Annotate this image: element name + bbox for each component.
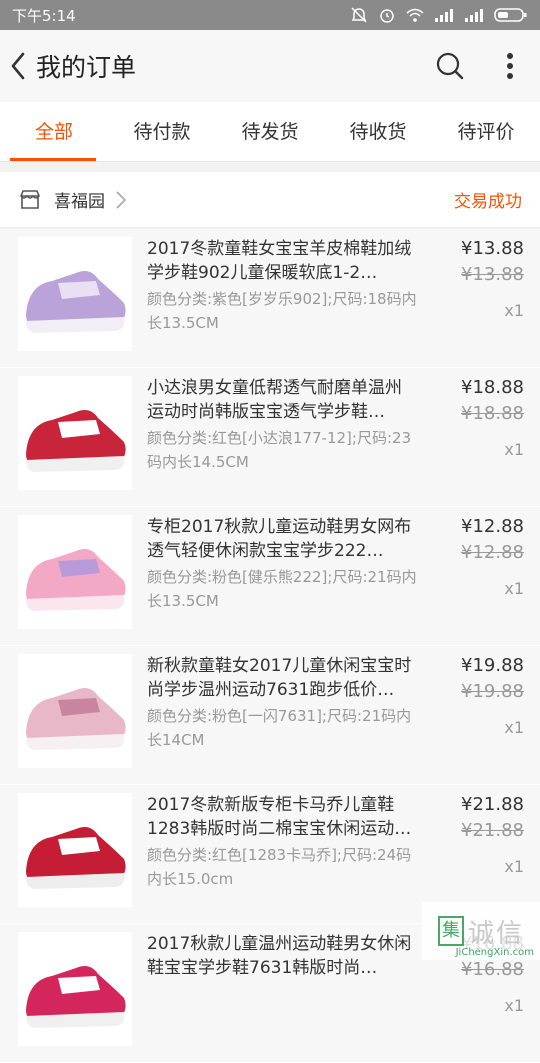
product-attributes [147,982,417,1030]
tab-pending-payment[interactable]: 待付款 [108,102,216,161]
product-name[interactable]: 小达浪男女童低帮透气耐磨单温州运动时尚韩版宝宝透气学步鞋… [147,376,417,424]
store-icon [18,188,42,212]
product-quantity: x1 [461,716,524,740]
tab-pending-review[interactable]: 待评价 [432,102,540,161]
shoe-image [18,654,132,768]
original-price: ¥12.88 [461,541,524,565]
shop-header[interactable]: 喜福园 交易成功 [0,172,540,228]
chevron-right-icon [115,190,127,210]
status-bar: 下午5:14 [0,0,540,30]
status-icons [350,6,528,24]
status-time: 下午5:14 [12,5,76,26]
original-price: ¥21.88 [461,819,524,843]
original-price: ¥13.88 [461,263,524,287]
product-quantity: x1 [461,299,524,323]
product-attributes: 颜色分类:粉色[健乐熊222];尺码:21码内长13.5CM [147,565,417,613]
page-title: 我的订单 [36,48,420,84]
product-name[interactable]: 2017冬款新版专柜卡马乔儿童鞋1283韩版时尚二棉宝宝休闲运动… [147,793,417,841]
product-attributes: 颜色分类:紫色[岁岁乐902];尺码:18码内长13.5CM [147,287,417,335]
search-icon [436,52,464,80]
product-name[interactable]: 2017冬款童鞋女宝宝羊皮棉鞋加绒学步鞋902儿童保暖软底1-2… [147,237,417,285]
product-quantity: x1 [461,855,524,879]
product-image[interactable] [18,932,132,1046]
original-price: ¥16.88 [461,958,524,982]
product-quantity: x1 [461,438,524,462]
search-button[interactable] [420,30,480,102]
watermark-logo: 集 [438,916,464,946]
product-image[interactable] [18,376,132,490]
back-button[interactable] [0,30,36,102]
order-item[interactable]: 新秋款童鞋女2017儿童休闲宝宝时尚学步温州运动7631跑步低价… 颜色分类:粉… [0,646,540,785]
shoe-image [18,237,132,351]
product-attributes: 颜色分类:红色[1283卡马乔];尺码:24码内长15.0cm [147,843,417,891]
mute-icon [350,6,368,24]
original-price: ¥19.88 [461,680,524,704]
shoe-image [18,515,132,629]
shoe-image [18,793,132,907]
product-price: ¥12.88 [461,515,524,539]
product-price: ¥19.88 [461,654,524,678]
product-quantity: x1 [461,577,524,601]
product-quantity: x1 [461,994,524,1018]
product-attributes: 颜色分类:粉色[一闪7631];尺码:21码内长14CM [147,704,417,752]
battery-icon [494,7,528,23]
tab-all[interactable]: 全部 [0,102,108,161]
product-price: ¥13.88 [461,237,524,261]
shoe-image [18,932,132,1046]
more-vertical-icon [506,52,514,80]
order-tabs: 全部 待付款 待发货 待收货 待评价 [0,102,540,162]
product-image[interactable] [18,793,132,907]
tab-pending-receipt[interactable]: 待收货 [324,102,432,161]
order-item[interactable]: 小达浪男女童低帮透气耐磨单温州运动时尚韩版宝宝透气学步鞋… 颜色分类:红色[小达… [0,368,540,507]
chevron-left-icon [8,51,28,81]
signal-icon-2 [464,8,484,22]
product-name[interactable]: 专柜2017秋款儿童运动鞋男女网布透气轻便休闲款宝宝学步222… [147,515,417,563]
product-image[interactable] [18,654,132,768]
product-price: ¥18.88 [461,376,524,400]
watermark: 集 诚信 JiChengXin.com [422,902,540,960]
original-price: ¥18.88 [461,402,524,426]
signal-icon-1 [434,8,454,22]
wifi-icon [406,7,424,23]
watermark-text: 诚信 [468,913,524,950]
product-name[interactable]: 2017秋款儿童温州运动鞋男女休闲鞋宝宝学步鞋7631韩版时尚… [147,932,417,980]
shoe-image [18,376,132,490]
product-price: ¥21.88 [461,793,524,817]
product-attributes: 颜色分类:红色[小达浪177-12];尺码:23码内长14.5CM [147,426,417,474]
order-status: 交易成功 [454,187,522,212]
tab-pending-shipment[interactable]: 待发货 [216,102,324,161]
product-image[interactable] [18,515,132,629]
more-menu-button[interactable] [480,30,540,102]
app-header: 我的订单 [0,30,540,102]
watermark-url: JiChengXin.com [456,947,534,958]
alarm-icon [378,6,396,24]
order-item[interactable]: 2017冬款童鞋女宝宝羊皮棉鞋加绒学步鞋902儿童保暖软底1-2… 颜色分类:紫… [0,229,540,368]
product-name[interactable]: 新秋款童鞋女2017儿童休闲宝宝时尚学步温州运动7631跑步低价… [147,654,417,702]
shop-name[interactable]: 喜福园 [54,187,105,212]
order-item[interactable]: 专柜2017秋款儿童运动鞋男女网布透气轻便休闲款宝宝学步222… 颜色分类:粉色… [0,507,540,646]
product-image[interactable] [18,237,132,351]
